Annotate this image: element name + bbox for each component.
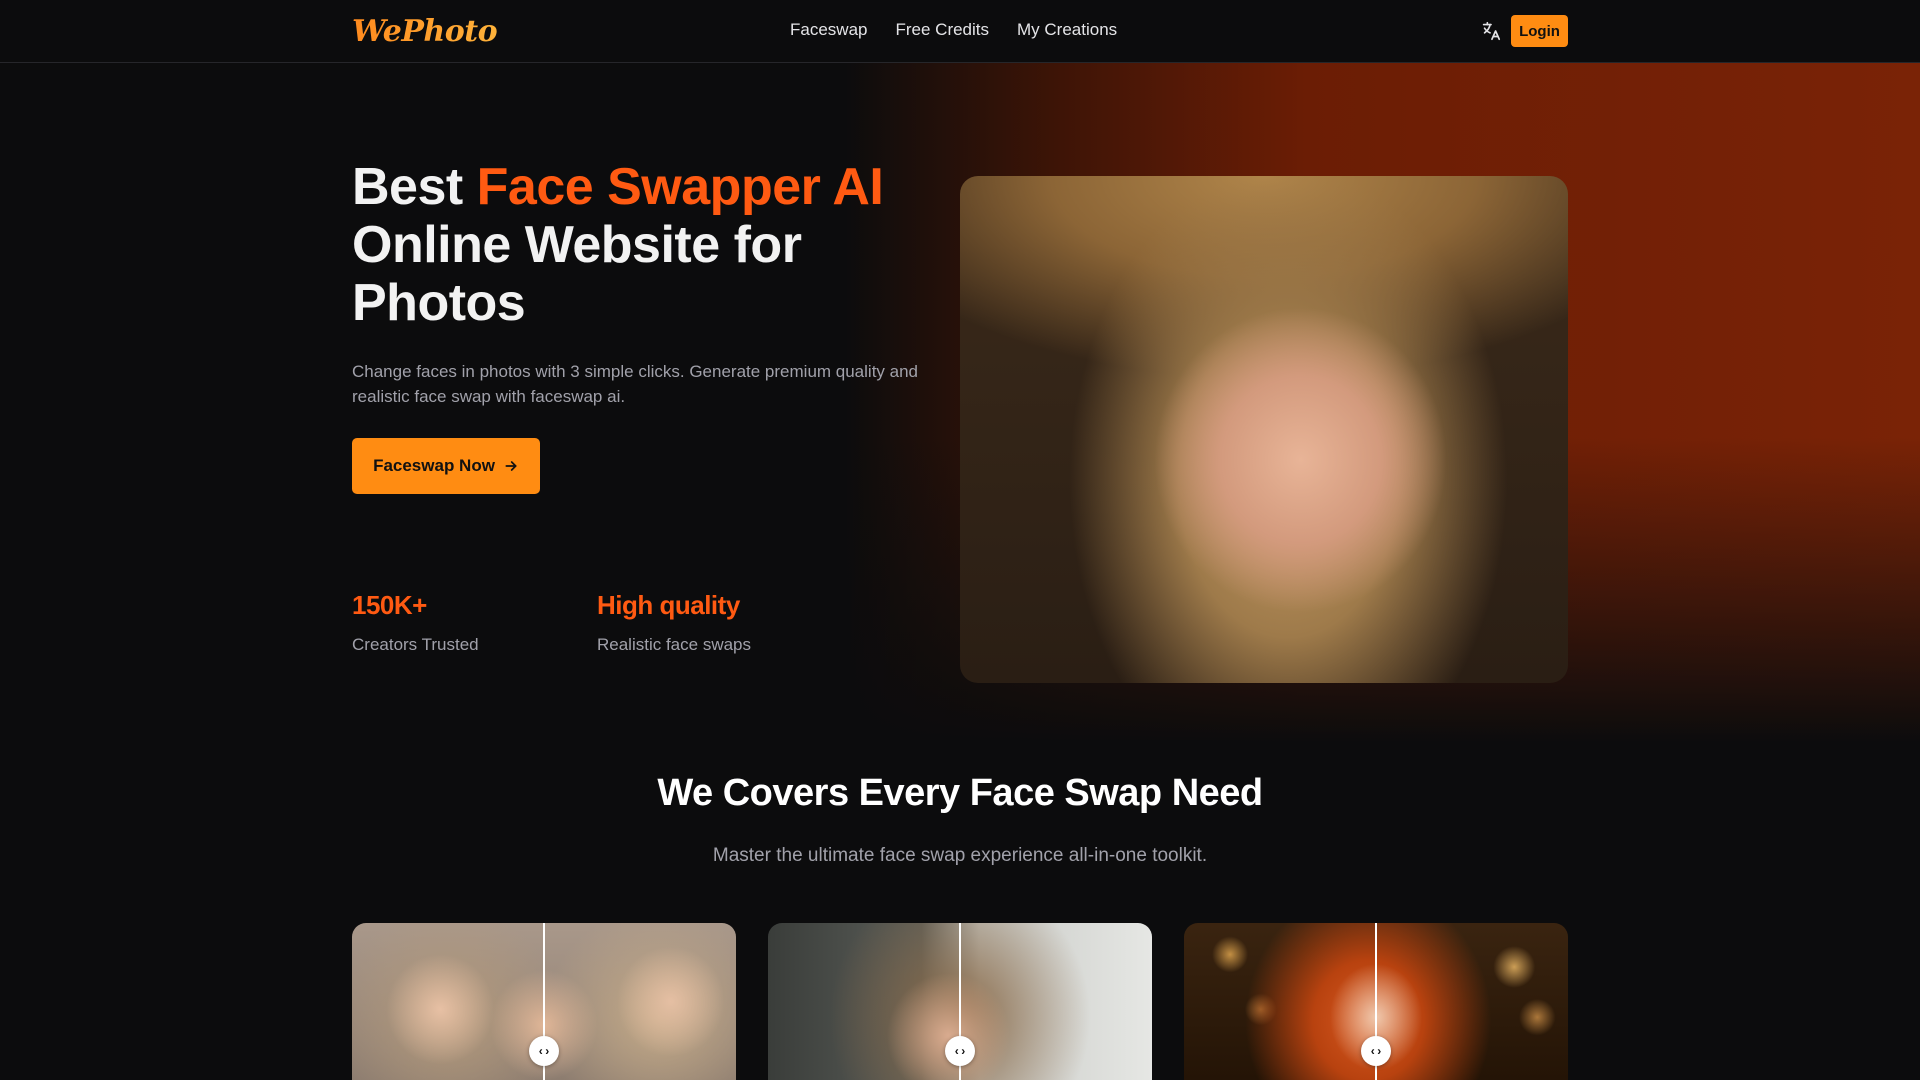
stat-creators: 150K+ Creators Trusted — [352, 590, 479, 655]
login-button[interactable]: Login — [1511, 15, 1568, 47]
stat-label: Creators Trusted — [352, 635, 479, 654]
top-nav-bar: WePhoto Faceswap Free Credits My Creatio… — [0, 0, 1920, 63]
features-section-subtitle: Master the ultimate face swap experience… — [712, 845, 1208, 866]
feature-card-compare[interactable]: ‹ › — [768, 923, 1152, 1080]
hero-description: Change faces in photos with 3 simple cli… — [352, 362, 919, 406]
feature-card-compare[interactable]: ‹ › — [1184, 923, 1568, 1080]
nav-item-my-creations[interactable]: My Creations — [1017, 20, 1117, 40]
hero-title-suffix: Online Website for Photos — [352, 216, 802, 332]
compare-slider-icon[interactable]: ‹ › — [1361, 1036, 1391, 1066]
hero-title-accent: Face Swapper AI — [476, 158, 884, 216]
nav-item-faceswap[interactable]: Faceswap — [790, 20, 867, 40]
compare-slider-icon[interactable]: ‹ › — [529, 1036, 559, 1066]
faceswap-now-button[interactable]: Faceswap Now — [352, 438, 540, 494]
main-nav: Faceswap Free Credits My Creations — [790, 20, 1117, 40]
faceswap-now-label: Faceswap Now — [373, 456, 495, 475]
stat-value: High quality — [597, 590, 740, 620]
stat-label: Realistic face swaps — [597, 635, 752, 654]
stat-quality: High quality Realistic face swaps — [597, 590, 751, 655]
hero-title: Best Face Swapper AI Online Website for P… — [352, 158, 972, 332]
nav-item-free-credits[interactable]: Free Credits — [895, 20, 989, 40]
compare-slider-icon[interactable]: ‹ › — [945, 1036, 975, 1066]
arrow-right-icon — [505, 461, 517, 471]
hero-title-prefix: Best — [352, 158, 477, 216]
hero-showcase-photo — [960, 176, 1568, 683]
stat-value: 150K+ — [352, 590, 427, 620]
translate-icon[interactable] — [1480, 20, 1502, 42]
features-section-title: We Covers Every Face Swap Need — [657, 772, 1263, 814]
feature-card-compare[interactable]: ‹ › — [352, 923, 736, 1080]
wephoto-logo[interactable]: WePhoto — [352, 14, 498, 49]
